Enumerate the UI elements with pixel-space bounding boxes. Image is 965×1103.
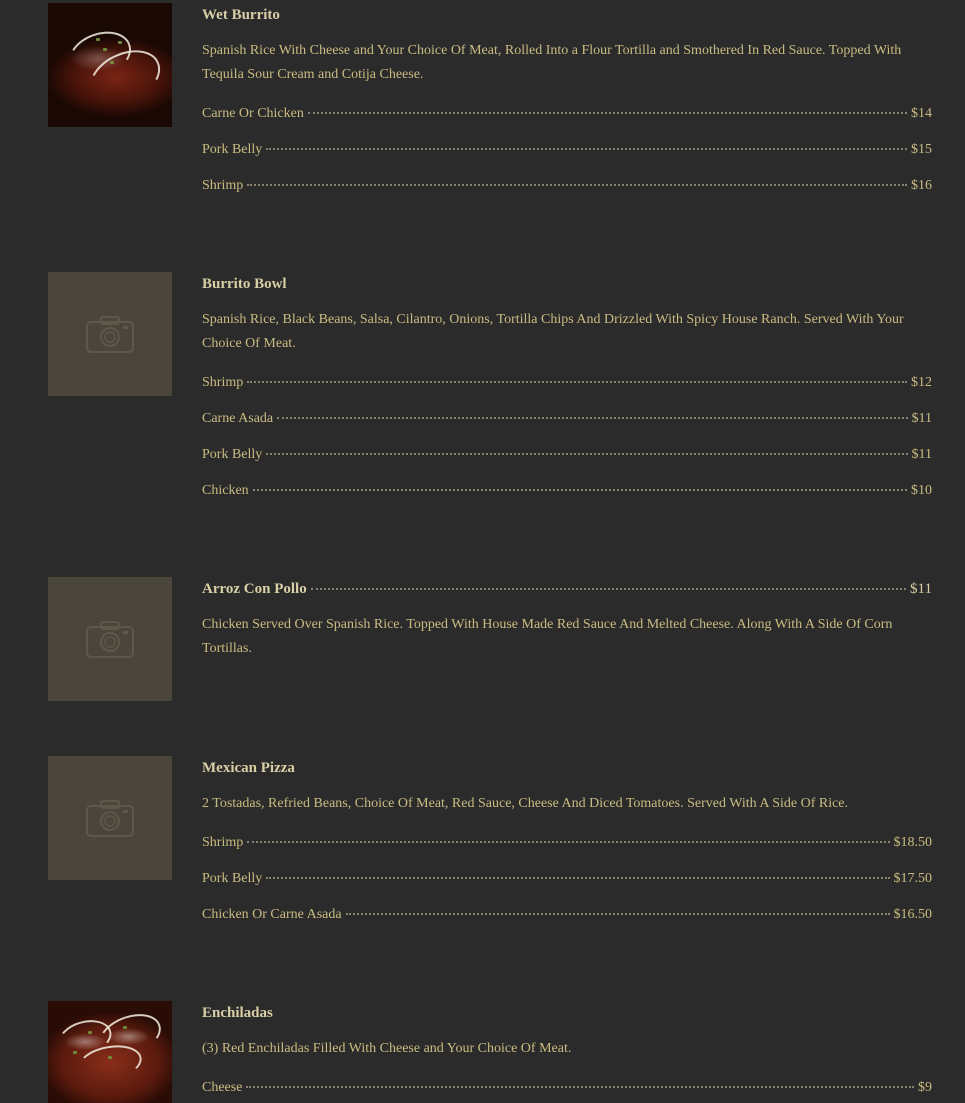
item-title-row: Arroz Con Pollo $11 [202, 579, 932, 599]
item-title: Enchiladas [202, 1005, 273, 1021]
option-label: Shrimp [202, 375, 244, 390]
dot-leader [277, 417, 908, 419]
dot-leader [307, 112, 907, 114]
option-price: $18.50 [893, 835, 933, 850]
option-row: Pork Belly $15 [202, 142, 932, 162]
option-price: $11 [911, 447, 932, 462]
option-label: Chicken [202, 483, 249, 498]
option-price: $12 [911, 375, 932, 390]
dot-leader [247, 381, 907, 383]
item-description: Spanish Rice With Cheese and Your Choice… [202, 43, 902, 82]
option-price: $17.50 [893, 871, 933, 886]
item-description: (3) Red Enchiladas Filled With Cheese an… [202, 1041, 572, 1056]
option-row: Pork Belly $11 [202, 447, 932, 467]
camera-icon [86, 800, 134, 837]
option-price: $15 [911, 142, 932, 157]
dot-leader [345, 913, 890, 915]
dot-leader [246, 1086, 914, 1088]
item-title: Arroz Con Pollo [202, 581, 307, 597]
mexican-pizza-image-placeholder[interactable] [48, 756, 172, 880]
dot-leader [266, 877, 890, 879]
item-title: Mexican Pizza [202, 760, 295, 776]
option-label: Pork Belly [202, 871, 263, 886]
burrito-bowl-image-placeholder[interactable] [48, 272, 172, 396]
option-price: $16 [911, 178, 932, 193]
option-price: $10 [911, 483, 932, 498]
option-row: Shrimp $16 [202, 178, 932, 198]
option-price: $11 [911, 411, 932, 426]
option-label: Chicken Or Carne Asada [202, 907, 342, 922]
option-label: Cheese [202, 1080, 243, 1095]
item-title: Burrito Bowl [202, 276, 287, 292]
option-row: Chicken Or Carne Asada $16.50 [202, 907, 932, 927]
option-label: Carne Or Chicken [202, 106, 304, 121]
camera-icon [86, 316, 134, 353]
arroz-con-pollo-image-placeholder[interactable] [48, 577, 172, 701]
dot-leader [310, 588, 907, 590]
dot-leader [266, 453, 908, 455]
option-price: $14 [911, 106, 932, 121]
option-price: $9 [918, 1080, 932, 1095]
item-description: Chicken Served Over Spanish Rice. Topped… [202, 617, 893, 656]
option-price: $16.50 [893, 907, 933, 922]
enchiladas-photo[interactable] [48, 1001, 172, 1103]
option-row: Cheese $9 [202, 1080, 932, 1100]
item-description: 2 Tostadas, Refried Beans, Choice Of Mea… [202, 796, 849, 811]
option-label: Pork Belly [202, 142, 263, 157]
option-label: Shrimp [202, 178, 244, 193]
option-row: Carne Asada $11 [202, 411, 932, 431]
option-row: Carne Or Chicken $14 [202, 106, 932, 126]
option-row: Chicken $10 [202, 483, 932, 503]
camera-icon [86, 621, 134, 658]
item-title: Wet Burrito [202, 7, 280, 23]
dot-leader [252, 489, 907, 491]
wet-burrito-photo[interactable] [48, 3, 172, 127]
item-description: Spanish Rice, Black Beans, Salsa, Cilant… [202, 312, 904, 351]
dot-leader [266, 148, 907, 150]
dot-leader [247, 841, 890, 843]
dot-leader [247, 184, 907, 186]
option-row: Shrimp $18.50 [202, 835, 932, 855]
option-label: Shrimp [202, 835, 244, 850]
option-row: Pork Belly $17.50 [202, 871, 932, 891]
option-row: Shrimp $12 [202, 375, 932, 395]
option-label: Pork Belly [202, 447, 263, 462]
item-price: $11 [910, 581, 932, 597]
option-label: Carne Asada [202, 411, 274, 426]
